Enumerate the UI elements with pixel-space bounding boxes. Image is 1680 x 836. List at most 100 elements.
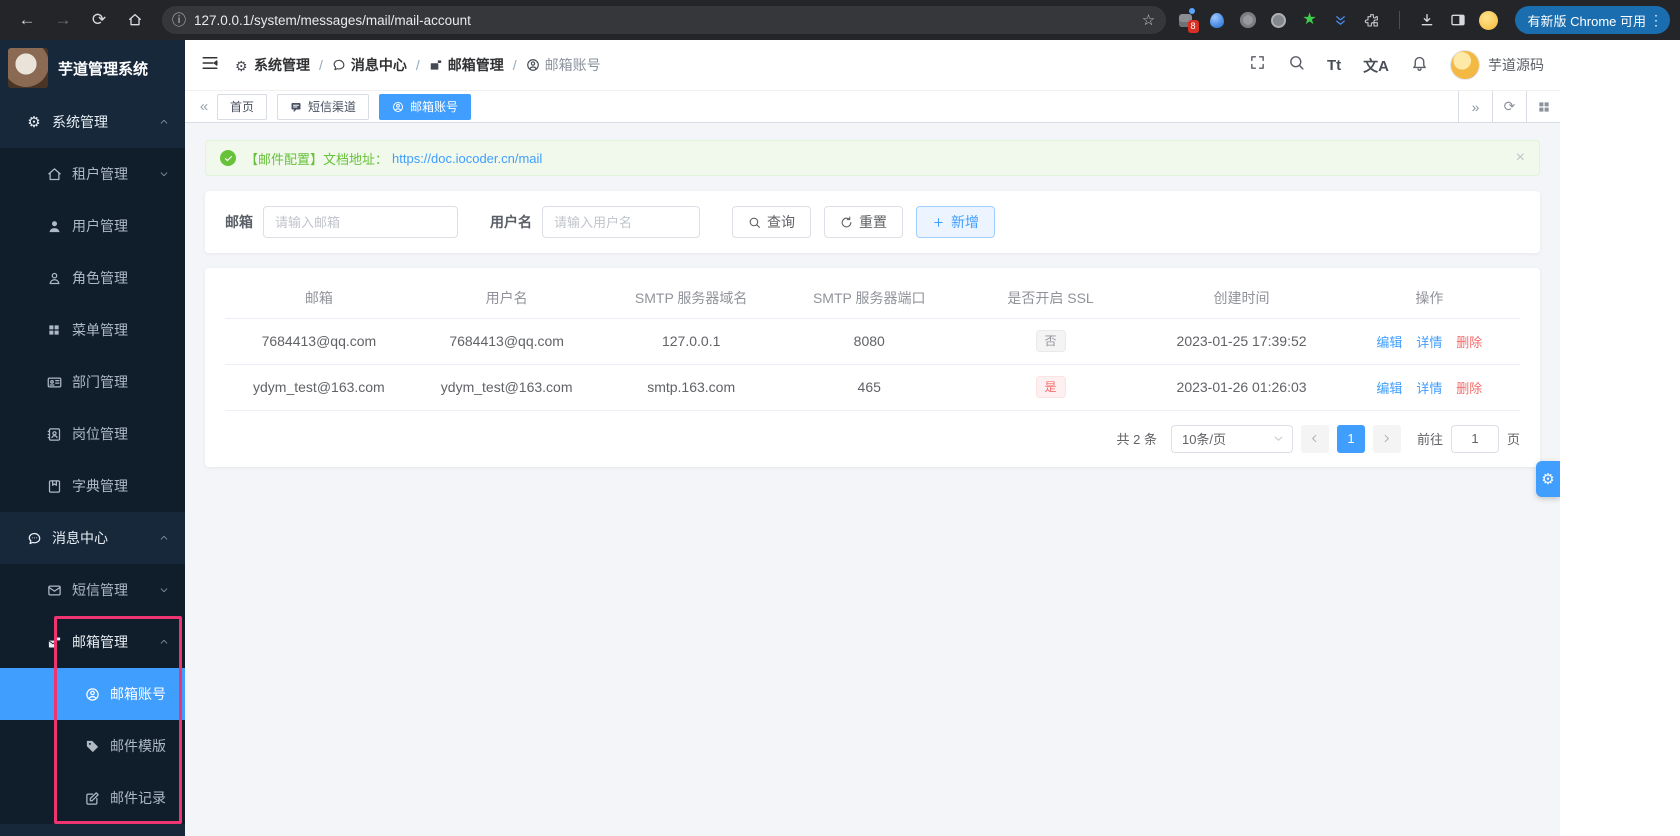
sidebar-item-label: 租户管理 [72,166,128,182]
cell-smtp-port: 465 [781,364,957,411]
browser-forward-button[interactable]: → [46,5,80,35]
search-icon [1290,56,1304,70]
browser-reload-button[interactable]: ⟳ [82,5,116,35]
goto-page-input[interactable] [1450,424,1499,453]
fullscreen-button[interactable] [1249,54,1266,76]
sidebar-item-mail-template[interactable]: 邮件模版 [0,720,185,772]
detail-link[interactable]: 详情 [1416,381,1442,396]
search-button[interactable] [1288,54,1305,76]
doc-link[interactable]: https://doc.iocoder.cn/mail [392,151,542,166]
sidebar-item-system-management[interactable]: ⚙ 系统管理 [0,96,185,148]
breadcrumb-item-mail-account: 邮箱账号 [526,55,601,75]
comment-icon [333,59,345,71]
breadcrumb-item-mail-management[interactable]: 邮箱管理 [429,55,504,75]
table-row: ydym_test@163.com ydym_test@163.com smtp… [225,364,1520,411]
extension-icon-3[interactable] [1269,10,1289,30]
user-menu[interactable]: 芋道源码 [1450,50,1544,80]
email-label: 邮箱 [225,214,253,230]
app-logo[interactable]: 芋道管理系统 [0,40,185,96]
profile-avatar-button[interactable] [1479,10,1499,30]
theme-settings-button[interactable]: ⚙ [1536,461,1560,497]
sms-icon [291,102,301,112]
page-unit-label: 页 [1506,432,1520,447]
ssl-tag-no: 否 [1035,330,1066,352]
delete-link[interactable]: 删除 [1456,381,1482,396]
tabs-scroll-right-button[interactable]: » [1458,91,1492,122]
sidebar-item-post-management[interactable]: 岗位管理 [0,408,185,460]
sidebar-collapse-button[interactable] [201,54,219,77]
side-panel-button[interactable] [1448,10,1468,30]
user-name: 芋道源码 [1488,57,1544,73]
extension-badge: 8 [1187,20,1199,33]
mail-account-table-card: 邮箱 用户名 SMTP 服务器域名 SMTP 服务器端口 是否开启 SSL 创建… [205,268,1540,467]
font-size-button[interactable]: Tt [1327,57,1341,74]
extension-icon-1[interactable]: 8 [1176,8,1199,33]
prev-page-button[interactable] [1300,424,1329,453]
sidebar-item-mail-log[interactable]: 邮件记录 [0,772,185,824]
edit-link[interactable]: 编辑 [1376,335,1402,350]
extension-icon-balloon[interactable] [1207,10,1227,30]
tab-mail-account[interactable]: 邮箱账号 [379,93,472,120]
logo-image [8,48,48,88]
sidebar-item-tenant-management[interactable]: 租户管理 [0,148,185,200]
query-button[interactable]: 查询 [732,206,811,238]
browser-home-button[interactable] [118,5,152,35]
tab-sms-channel[interactable]: 短信渠道 [277,93,370,120]
sidebar-item-mail-account[interactable]: 邮箱账号 [0,668,185,720]
sidebar-item-message-center[interactable]: 消息中心 [0,512,185,564]
tabs-scroll-left-button[interactable]: « [191,98,217,115]
sidebar-item-dict-management[interactable]: 字典管理 [0,460,185,512]
refresh-page-button[interactable]: ⟳ [1492,91,1526,122]
app-window: 芋道管理系统 ⚙ 系统管理 租户管理 用户管理 角色管理 菜单管理 部门管理 岗… [0,40,1560,836]
add-button[interactable]: 新增 [916,206,995,238]
edit-icon [84,790,100,806]
grid-icon [46,322,62,338]
cell-smtp-port: 8080 [781,318,957,365]
page-size-select[interactable]: 10条/页 [1170,424,1293,453]
cell-username: 7684413@qq.com [412,318,601,365]
sidebar-item-menu-management[interactable]: 菜单管理 [0,304,185,356]
extension-icon-green-star[interactable]: ★ [1300,10,1320,30]
alert-close-icon[interactable]: × [1516,149,1525,167]
username-input[interactable] [542,206,700,238]
sidebar-item-label: 消息中心 [52,530,108,546]
breadcrumb-item-system[interactable]: ⚙ 系统管理 [235,55,310,75]
sidebar-item-sms-management[interactable]: 短信管理 [0,564,185,616]
delete-link[interactable]: 删除 [1456,335,1482,350]
extension-icon-2[interactable] [1238,10,1258,30]
notification-button[interactable] [1411,54,1428,76]
breadcrumb-item-message-center[interactable]: 消息中心 [332,55,407,75]
col-ssl: 是否开启 SSL [956,278,1145,319]
url-text[interactable]: 127.0.0.1/system/messages/mail/mail-acco… [194,13,1136,28]
site-info-icon[interactable]: ⓘ [172,10,186,30]
sidebar-item-user-management[interactable]: 用户管理 [0,200,185,252]
browser-menu-icon[interactable]: ⋮ [1646,12,1666,29]
language-button[interactable]: 文A [1363,55,1389,76]
address-bar[interactable]: ⓘ 127.0.0.1/system/messages/mail/mail-ac… [162,6,1166,34]
sidebar-item-mail-management[interactable]: 邮箱管理 [0,616,185,668]
col-smtp-port: SMTP 服务器端口 [781,278,957,319]
sidebar-item-role-management[interactable]: 角色管理 [0,252,185,304]
bookmark-star-icon[interactable]: ☆ [1136,11,1162,29]
user-circle-icon [393,101,404,112]
page-number-1[interactable]: 1 [1336,424,1365,453]
browser-back-button[interactable]: ← [10,5,44,35]
extension-icon-double-chevron[interactable] [1331,10,1351,30]
detail-link[interactable]: 详情 [1416,335,1442,350]
edit-link[interactable]: 编辑 [1376,381,1402,396]
sidebar-item-department-management[interactable]: 部门管理 [0,356,185,408]
comment-icon [26,530,42,546]
next-page-button[interactable] [1372,424,1401,453]
tab-home[interactable]: 首页 [217,93,268,120]
col-email: 邮箱 [225,278,413,319]
book-icon [46,478,62,494]
tab-layout-button[interactable] [1526,91,1560,122]
user-circle-icon [84,686,100,702]
username-label: 用户名 [490,214,532,230]
reset-button[interactable]: 重置 [824,206,903,238]
chrome-update-button[interactable]: 有新版 Chrome 可用 ⋮ [1514,6,1670,34]
downloads-button[interactable] [1417,10,1437,30]
email-input[interactable] [263,206,458,238]
extensions-menu-button[interactable] [1362,10,1382,30]
success-check-icon [220,150,236,166]
